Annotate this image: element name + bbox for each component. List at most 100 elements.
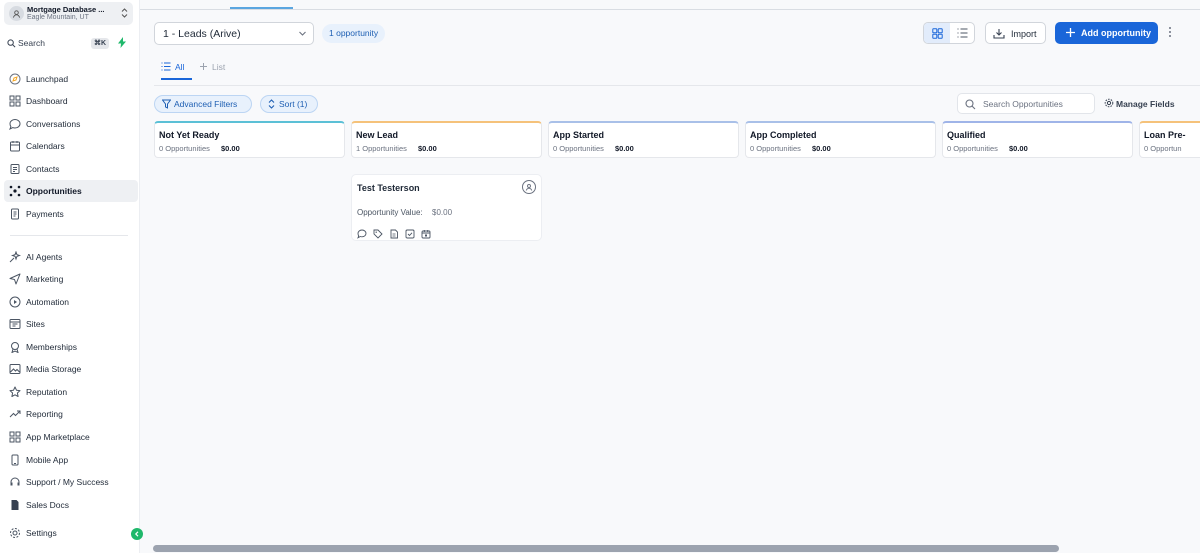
sidebar-item-media-storage[interactable]: Media Storage (4, 358, 138, 380)
filter-icon (162, 99, 171, 109)
sidebar-item-automation[interactable]: Automation (4, 291, 138, 313)
conversation-icon[interactable] (357, 229, 367, 239)
tag-icon[interactable] (373, 229, 383, 239)
sort-icon (268, 99, 275, 109)
sidebar-item-reputation[interactable]: Reputation (4, 381, 138, 403)
sidebar-item-memberships[interactable]: Memberships (4, 336, 138, 358)
trend-icon (9, 410, 21, 418)
sidebar-item-ai-agents[interactable]: AI Agents (4, 246, 138, 268)
download-icon (993, 29, 1005, 39)
sidebar-search[interactable]: Search ⌘K (4, 35, 110, 52)
stage-column-header[interactable]: New Lead 1 Opportunities $0.00 (351, 121, 542, 158)
contacts-icon (10, 164, 20, 174)
opportunity-card[interactable]: Test Testerson Opportunity Value: $0.00 (351, 174, 542, 241)
grid-view-icon (931, 27, 943, 39)
chat-icon (9, 118, 21, 130)
sidebar-item-sales-docs[interactable]: Sales Docs (4, 494, 138, 516)
opportunity-search-input[interactable] (983, 97, 1091, 111)
sidebar-item-mobile-app[interactable]: Mobile App (4, 449, 138, 471)
stage-column-header[interactable]: App Started 0 Opportunities $0.00 (548, 121, 739, 158)
stage-count: 1 Opportunities (356, 144, 407, 153)
sidebar-item-label: Sites (26, 319, 45, 329)
sidebar-item-settings[interactable]: Settings (4, 522, 138, 544)
collapse-sidebar-button[interactable] (131, 528, 143, 540)
plus-icon (200, 63, 207, 70)
tabs-divider (154, 85, 1200, 86)
document-icon (11, 500, 19, 510)
sort-button[interactable]: Sort (1) (260, 95, 318, 113)
plus-icon (1066, 28, 1075, 37)
sidebar-item-opportunities[interactable]: Opportunities (4, 180, 138, 202)
task-icon[interactable] (405, 229, 415, 239)
import-label: Import (1011, 29, 1037, 39)
location-name: Mortgage Database ... (27, 5, 105, 14)
sidebar-item-label: Settings (26, 528, 57, 538)
sidebar-item-app-marketplace[interactable]: App Marketplace (4, 426, 138, 448)
search-label: Search (18, 38, 45, 48)
sites-icon (9, 319, 21, 329)
stage-count: 0 Opportunities (947, 144, 998, 153)
advanced-filters-button[interactable]: Advanced Filters (154, 95, 252, 113)
list-view-button[interactable] (950, 23, 974, 43)
sidebar-item-label: Launchpad (26, 74, 69, 84)
stage-column-header[interactable]: App Completed 0 Opportunities $0.00 (745, 121, 936, 158)
tab-list-label: List (212, 62, 226, 72)
advanced-filters-label: Advanced Filters (174, 99, 238, 109)
view-toggle (923, 22, 975, 44)
search-shortcut: ⌘K (91, 38, 110, 49)
sidebar: Mortgage Database ... Eagle Mountain, UT… (0, 0, 143, 553)
stage-column-header[interactable]: Loan Pre- 0 Opportun (1139, 121, 1200, 158)
list-icon (161, 62, 171, 71)
appointment-icon[interactable] (421, 229, 431, 239)
sidebar-item-sites[interactable]: Sites (4, 313, 138, 335)
sidebar-item-label: Conversations (26, 119, 81, 129)
pipeline-select[interactable]: 1 - Leads (Arive) (154, 22, 314, 45)
tab-all-label: All (175, 62, 185, 72)
note-icon[interactable] (389, 229, 399, 239)
assign-user-icon[interactable] (522, 180, 536, 194)
calendar-icon (10, 141, 20, 152)
sidebar-item-support[interactable]: Support / My Success (4, 471, 138, 493)
sidebar-item-payments[interactable]: Payments (4, 203, 138, 225)
list-view-icon (957, 28, 968, 38)
sidebar-item-label: Opportunities (26, 186, 82, 196)
bolt-icon[interactable] (118, 37, 126, 50)
add-opportunity-button[interactable]: Add opportunity (1055, 22, 1158, 44)
location-switcher[interactable]: Mortgage Database ... Eagle Mountain, UT (4, 2, 133, 25)
board-horizontal-scrollbar[interactable] (153, 545, 1059, 552)
opportunity-value-label: Opportunity Value: (357, 208, 423, 217)
stage-name: Loan Pre- (1144, 130, 1186, 140)
gear-icon (10, 528, 20, 538)
location-avatar-icon (9, 6, 24, 21)
more-options-icon[interactable] (1168, 26, 1172, 40)
sidebar-item-dashboard[interactable]: Dashboard (4, 90, 138, 112)
stage-column-header[interactable]: Not Yet Ready 0 Opportunities $0.00 (154, 121, 345, 158)
top-divider (140, 9, 1200, 10)
board-view-button[interactable] (924, 23, 950, 43)
badge-icon (11, 342, 19, 353)
automation-icon (9, 296, 21, 308)
import-button[interactable]: Import (985, 22, 1046, 44)
stage-amount: $0.00 (418, 144, 437, 153)
stage-count: 0 Opportun (1144, 144, 1182, 153)
headset-icon (10, 477, 20, 486)
sidebar-item-label: Contacts (26, 164, 60, 174)
stage-count: 0 Opportunities (750, 144, 801, 153)
sidebar-item-launchpad[interactable]: Launchpad (4, 68, 138, 90)
stage-column-header[interactable]: Qualified 0 Opportunities $0.00 (942, 121, 1133, 158)
sidebar-item-reporting[interactable]: Reporting (4, 403, 138, 425)
opportunities-icon (9, 185, 21, 197)
sidebar-item-label: Mobile App (26, 455, 69, 465)
opportunity-search[interactable] (957, 93, 1095, 114)
tab-add-list[interactable]: List (199, 62, 225, 73)
sidebar-item-conversations[interactable]: Conversations (4, 113, 138, 135)
payments-icon (11, 208, 19, 220)
sidebar-item-contacts[interactable]: Contacts (4, 158, 138, 180)
sidebar-item-label: Support / My Success (26, 477, 109, 487)
gear-icon (1104, 98, 1114, 108)
stage-amount: $0.00 (221, 144, 240, 153)
sidebar-item-label: Payments (26, 209, 64, 219)
sidebar-item-marketing[interactable]: Marketing (4, 268, 138, 290)
sidebar-item-calendars[interactable]: Calendars (4, 135, 138, 157)
send-icon (9, 273, 21, 285)
